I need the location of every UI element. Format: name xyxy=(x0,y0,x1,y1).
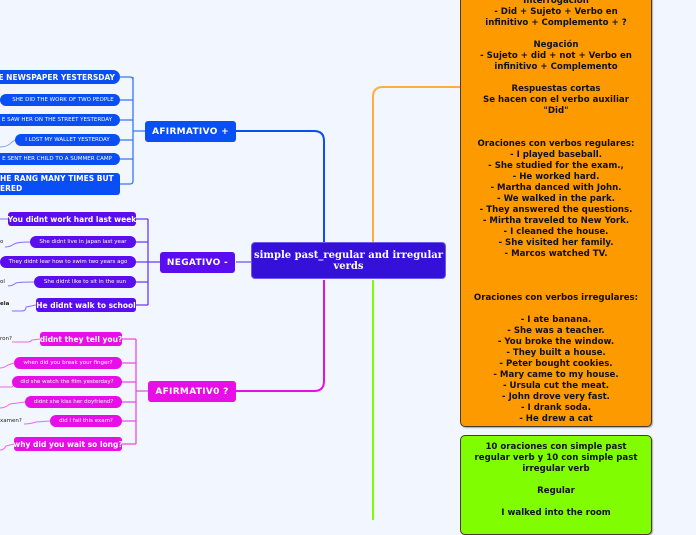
note-line xyxy=(465,282,647,293)
afirmativo-item[interactable]: E SAW HER ON THE STREET YESTERDAY xyxy=(0,114,120,126)
interrogativo-item[interactable]: did I fail this exam? xyxy=(50,415,122,427)
note-line: - Mirtha traveled to New York. xyxy=(482,216,630,226)
note-line: - She was a teacher. xyxy=(507,326,605,336)
bracket-interrogativo xyxy=(122,338,148,445)
note-line: Negación xyxy=(533,40,579,50)
bracket-negativo xyxy=(136,218,160,306)
note-line xyxy=(465,128,647,139)
outer-leaf-text: o xyxy=(0,239,4,245)
note-line: - Ursula cut the meat. xyxy=(502,381,610,391)
note-line: Interrogación xyxy=(523,0,589,6)
note-line: - You broke the window. xyxy=(497,337,615,347)
note-line xyxy=(465,304,647,315)
note-line: - Peter bought cookies. xyxy=(499,359,613,369)
afirmativo-item[interactable]: I LOST MY WALLET YESTERDAY xyxy=(15,134,120,146)
note-line: I walked into the room xyxy=(501,508,611,518)
note-line: 10 oraciones con simple past xyxy=(485,442,627,452)
interrogativo-item[interactable]: didnt they tell you? xyxy=(40,332,122,346)
link-root-afirmativo xyxy=(236,130,325,243)
branch-afirmativo-label: AFIRMATIVO + xyxy=(152,126,229,137)
examples-box[interactable]: 10 oraciones con simple past regular verb… xyxy=(460,435,652,535)
outer-leaf-text: ol xyxy=(0,279,5,285)
note-line: Se hacen con el verbo auxiliar xyxy=(483,95,629,105)
note-line: Regular xyxy=(537,486,575,496)
interrogativo-item[interactable]: didnt she kiss her doyfriend? xyxy=(25,396,122,408)
note-line: infinitivo + Complemento xyxy=(494,62,618,72)
note-line: - Sujeto + did + not + Verbo en xyxy=(480,51,632,61)
branch-interrogativo-label: AFIRMATIV0 ? xyxy=(155,386,229,397)
interrogativo-item[interactable]: why did you wait so long? xyxy=(14,437,122,451)
note-line xyxy=(465,117,647,128)
afirmativo-item[interactable]: E SENT HER CHILD TO A SUMMER CAMP xyxy=(0,153,120,165)
interrogativo-item[interactable]: when did you break your finger? xyxy=(14,357,122,369)
note-line: - Marcos watched TV. xyxy=(504,249,608,259)
note-line xyxy=(465,73,647,84)
branch-negativo[interactable]: NEGATIVO - xyxy=(160,252,235,273)
link-root-orange xyxy=(372,86,460,243)
branch-interrogativo[interactable]: AFIRMATIV0 ? xyxy=(148,381,236,402)
negativo-item[interactable]: He didnt walk to school xyxy=(36,298,136,312)
note-line: - He worked hard. xyxy=(512,172,600,182)
afirmativo-item[interactable]: HE NEWSPAPER YESTERSDAY xyxy=(0,70,120,84)
note-line xyxy=(465,271,647,282)
note-line: "Did" xyxy=(543,106,569,116)
note-line: regular verb y 10 con simple past xyxy=(474,453,638,463)
note-line: irregular verb xyxy=(522,464,590,474)
note-line: - We walked in the park. xyxy=(497,194,615,204)
note-line: - They answered the questions. xyxy=(479,205,633,215)
note-line xyxy=(465,497,647,508)
negativo-item[interactable]: They didnt lear how to swim two years ag… xyxy=(0,256,136,268)
branch-negativo-label: NEGATIVO - xyxy=(166,257,229,268)
note-line: - I drank soda. xyxy=(521,403,591,413)
note-line: - John drove very fast. xyxy=(502,392,610,402)
note-line: Oraciones con verbos regulares: xyxy=(477,139,635,149)
interrogativo-item[interactable]: did she watch the film yesterday? xyxy=(12,376,122,388)
negativo-item[interactable]: She didnt like to sit in the sun xyxy=(34,276,136,288)
note-line: - She studied for the exam., xyxy=(488,161,624,171)
note-line: - He drew a cat xyxy=(519,414,593,424)
root-topic[interactable]: simple past_regular and irregular verds xyxy=(251,242,446,279)
note-line: Respuestas cortas xyxy=(511,84,601,94)
bracket-afirmativo xyxy=(120,76,146,185)
grammar-notes-text: Interrogación - Did + Sujeto + Verbo en in… xyxy=(465,0,647,425)
note-line: - They built a house. xyxy=(506,348,606,358)
note-line: - I cleaned the house. xyxy=(503,227,609,237)
note-line: Oraciones con verbos irregulares: xyxy=(473,293,639,303)
root-title: simple past_regular and irregular verds xyxy=(253,249,444,272)
grammar-notes-box[interactable]: Interrogación - Did + Sujeto + Verbo en in… xyxy=(460,0,652,427)
examples-text: 10 oraciones con simple past regular verb… xyxy=(465,442,647,519)
outer-leaf-text: ela xyxy=(0,301,10,307)
note-line xyxy=(465,475,647,486)
negativo-item[interactable]: You didnt work hard last week xyxy=(8,212,136,226)
note-line: infinitivo + Complemento + ? xyxy=(485,18,627,28)
negativo-item[interactable]: She didnt live in japan last year xyxy=(30,236,136,248)
outer-leaf-text: xamen? xyxy=(0,418,22,424)
note-line: - I played baseball. xyxy=(510,150,602,160)
note-line: - I ate banana. xyxy=(520,315,592,325)
note-line: - Martha danced with John. xyxy=(490,183,622,193)
note-line: - Mary came to my house. xyxy=(493,370,619,380)
note-line xyxy=(465,29,647,40)
note-line xyxy=(465,260,647,271)
afirmativo-item[interactable]: HE RANG MANY TIMES BUT ERED xyxy=(0,173,120,195)
afirmativo-item[interactable]: SHE DID THE WORK OF TWO PEOPLE xyxy=(0,94,120,106)
link-root-interrogativo xyxy=(236,280,325,392)
note-line: - She visited her family. xyxy=(498,238,614,248)
outer-leaf-text: ron? xyxy=(0,336,12,342)
note-line: - Did + Sujeto + Verbo en xyxy=(494,7,618,17)
branch-afirmativo[interactable]: AFIRMATIVO + xyxy=(145,121,236,142)
